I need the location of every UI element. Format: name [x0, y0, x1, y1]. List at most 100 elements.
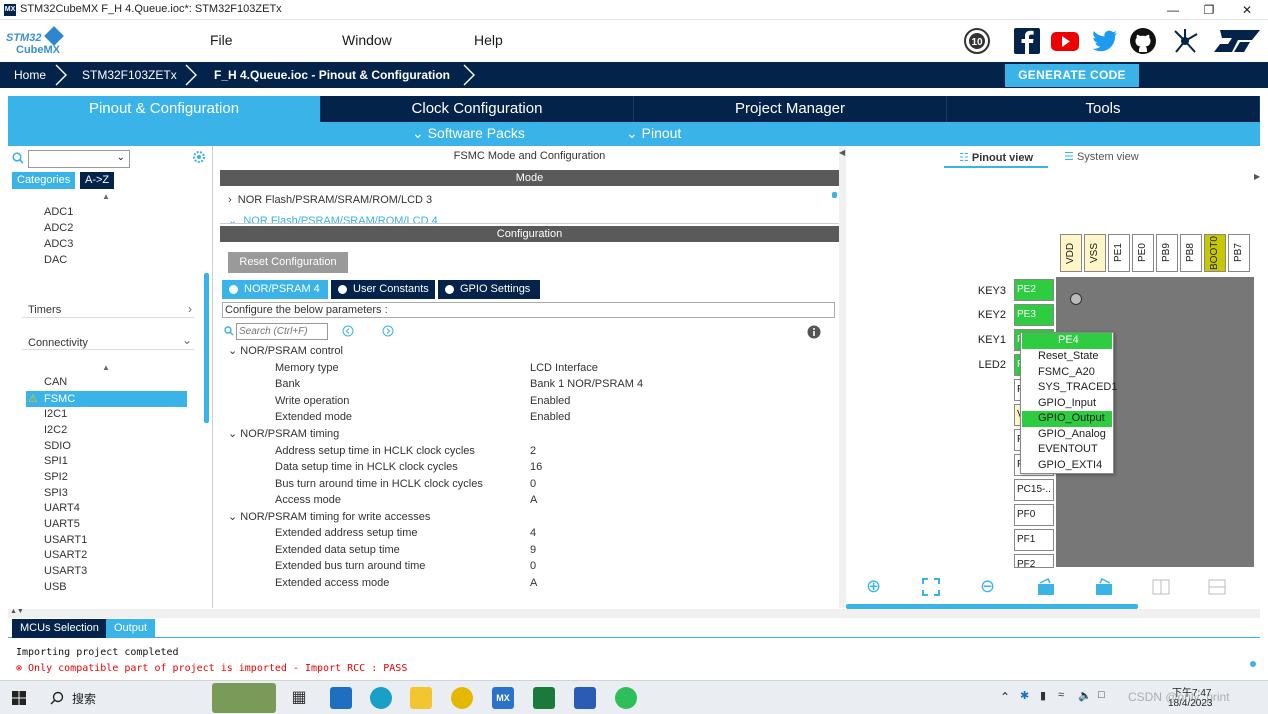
tab-categories[interactable]: Categories: [12, 172, 76, 189]
param-value[interactable]: Bank 1 NOR/PSRAM 4: [530, 376, 643, 392]
pin-pe1[interactable]: PE1: [1108, 234, 1130, 272]
tab-pinout-view[interactable]: ☷ Pinout view: [944, 150, 1048, 168]
software-packs-menu[interactable]: ⌄ Software Packs: [412, 125, 525, 142]
windows-start-icon[interactable]: [12, 691, 26, 705]
zoom-in-icon[interactable]: ⊕: [866, 576, 881, 597]
facebook-icon[interactable]: [1012, 26, 1042, 56]
wechat-icon[interactable]: [615, 687, 637, 709]
pin-pc15[interactable]: PC15-..: [1014, 479, 1054, 501]
next-icon[interactable]: [382, 325, 394, 337]
param-value[interactable]: 16: [530, 459, 542, 475]
info-icon[interactable]: [807, 325, 821, 339]
zoom-out-icon[interactable]: ⊖: [980, 576, 995, 597]
mode-row[interactable]: › NOR Flash/PSRAM/SRAM/ROM/LCD 3: [228, 194, 432, 206]
context-menu-item[interactable]: FSMC_A20: [1022, 365, 1112, 381]
list-item[interactable]: I2C2: [44, 424, 67, 436]
pin-pb7[interactable]: PB7: [1228, 234, 1250, 272]
pin-pe3[interactable]: PE3: [1014, 304, 1054, 326]
wifi-icon[interactable]: ≈: [1058, 689, 1064, 701]
breadcrumb-mcu[interactable]: STM32F103ZETx: [82, 62, 177, 88]
word-icon[interactable]: [574, 687, 596, 709]
tab-tools[interactable]: Tools: [947, 96, 1260, 122]
context-menu-item[interactable]: GPIO_Analog: [1022, 427, 1112, 443]
list-item[interactable]: UART5: [44, 518, 80, 530]
menu-file[interactable]: File: [210, 32, 233, 48]
param-value[interactable]: 9: [530, 542, 536, 558]
param-value[interactable]: 4: [530, 525, 536, 541]
tab-a-z[interactable]: A->Z: [80, 172, 115, 189]
edge-browser-icon[interactable]: [370, 687, 392, 709]
list-item[interactable]: USB: [44, 581, 67, 593]
group-connectivity[interactable]: Connectivity ⌄: [22, 330, 194, 350]
group-timers[interactable]: Timers ›: [22, 296, 194, 318]
param-value[interactable]: Enabled: [530, 409, 570, 425]
pin-vdd[interactable]: VDD: [1060, 234, 1082, 272]
cubemx-taskbar-icon[interactable]: MX: [492, 687, 514, 709]
minimize-button[interactable]: —: [1154, 0, 1192, 20]
panel-splitter[interactable]: ◀: [839, 146, 846, 608]
list-item[interactable]: UART4: [44, 502, 80, 514]
list-item[interactable]: SPI3: [44, 487, 68, 499]
scroll-right-icon[interactable]: ▶: [1254, 172, 1260, 181]
rotate-right-icon[interactable]: [1036, 578, 1056, 596]
spreadsheet-app-icon[interactable]: [533, 687, 555, 709]
param-value[interactable]: LCD Interface: [530, 360, 598, 376]
group-nor-psram-control[interactable]: ⌄ NOR/PSRAM control: [228, 343, 343, 359]
pin-pb9[interactable]: PB9: [1156, 234, 1178, 272]
pinout-menu[interactable]: ⌄ Pinout: [626, 125, 681, 142]
param-search-input[interactable]: [236, 323, 328, 340]
close-button[interactable]: ✕: [1228, 0, 1266, 20]
volume-icon[interactable]: 🔈: [1078, 689, 1092, 702]
group-nor-psram-timing[interactable]: ⌄ NOR/PSRAM timing: [228, 426, 339, 442]
param-value[interactable]: 0: [530, 476, 536, 492]
mail-icon[interactable]: [330, 687, 352, 709]
previous-icon[interactable]: [342, 325, 354, 337]
reset-configuration-button[interactable]: Reset Configuration: [228, 252, 348, 273]
rotate-left-icon[interactable]: [1094, 578, 1114, 596]
tab-user-constants[interactable]: User Constants: [331, 280, 435, 299]
tab-nor-psram-4[interactable]: NOR/PSRAM 4: [222, 280, 328, 299]
pin-pf1[interactable]: PF1: [1014, 529, 1054, 551]
network-icon[interactable]: [1170, 26, 1200, 56]
context-menu-item[interactable]: GPIO_Input: [1022, 396, 1112, 412]
youtube-icon[interactable]: [1050, 26, 1080, 56]
tray-expand-icon[interactable]: ⌃: [1000, 690, 1010, 704]
bottom-splitter[interactable]: ▲▼: [8, 608, 1260, 618]
pin-pf2[interactable]: PF2: [1014, 554, 1054, 568]
list-item[interactable]: ADC1: [44, 206, 73, 218]
list-item[interactable]: USART1: [44, 534, 87, 546]
context-menu-item[interactable]: SYS_TRACED1: [1022, 380, 1117, 396]
list-item[interactable]: CAN: [44, 376, 67, 388]
param-value[interactable]: A: [530, 575, 537, 591]
collapse-left-icon[interactable]: ◀: [839, 148, 845, 157]
category-search-input[interactable]: ⌄: [28, 150, 130, 168]
tab-clock-configuration[interactable]: Clock Configuration: [321, 96, 634, 122]
tab-pinout-configuration[interactable]: Pinout & Configuration: [8, 96, 321, 122]
maximize-button[interactable]: ❐: [1190, 0, 1228, 20]
search-icon[interactable]: [50, 691, 64, 705]
list-item[interactable]: SDIO: [44, 440, 71, 452]
list-item[interactable]: DAC: [44, 254, 67, 266]
scroll-up-icon[interactable]: ▲: [102, 363, 110, 372]
pin-pe2[interactable]: PE2: [1014, 279, 1054, 301]
split-icon[interactable]: [1152, 578, 1170, 596]
tab-project-manager[interactable]: Project Manager: [634, 96, 947, 122]
param-value[interactable]: 0: [530, 558, 536, 574]
pin-pf0[interactable]: PF0: [1014, 504, 1054, 526]
mode-row[interactable]: ⌄ NOR Flash/PSRAM/SRAM/ROM/LCD 4: [228, 214, 438, 223]
list-item[interactable]: ADC2: [44, 222, 73, 234]
output-scrollbar[interactable]: [1250, 661, 1256, 667]
task-view-icon[interactable]: ▦: [288, 687, 310, 709]
pin-vss[interactable]: VSS: [1084, 234, 1106, 272]
app-icon[interactable]: [451, 687, 473, 709]
taskbar-search-label[interactable]: 搜索: [72, 690, 96, 707]
param-value[interactable]: A: [530, 492, 537, 508]
category-scrollbar[interactable]: [204, 273, 209, 423]
breadcrumb-project[interactable]: F_H 4.Queue.ioc - Pinout & Configuration: [214, 62, 450, 88]
context-menu-item[interactable]: EVENTOUT: [1022, 442, 1112, 458]
tab-mcus-selection[interactable]: MCUs Selection: [12, 619, 107, 638]
menu-help[interactable]: Help: [474, 32, 503, 48]
group-nor-psram-write-timing[interactable]: ⌄ NOR/PSRAM timing for write accesses: [228, 509, 430, 525]
gear-icon[interactable]: [192, 150, 206, 164]
expand-icon[interactable]: ▲▼: [10, 608, 24, 615]
